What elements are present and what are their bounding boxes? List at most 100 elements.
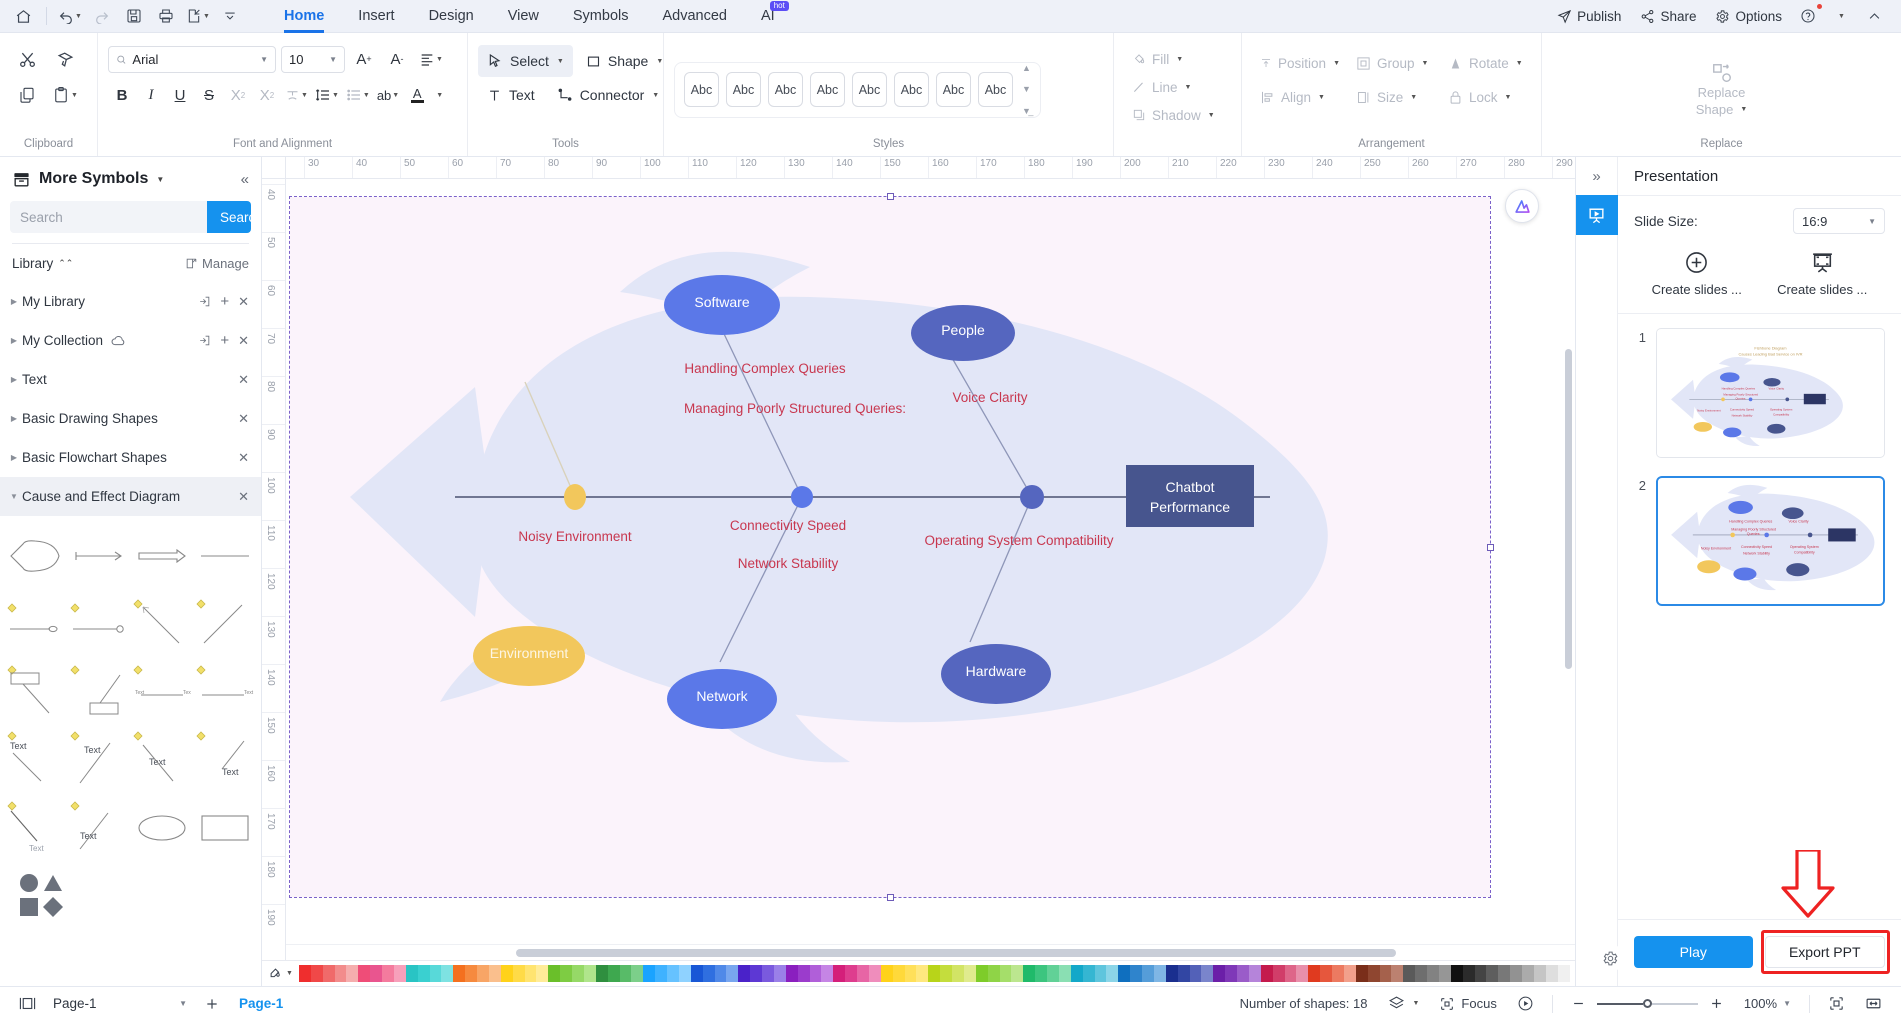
font-family-field[interactable]: ▼ xyxy=(108,45,276,73)
color-swatch[interactable] xyxy=(1498,965,1511,982)
color-swatch[interactable] xyxy=(572,965,584,982)
chevron-up-icon[interactable]: ⌃⌃ xyxy=(58,258,73,269)
style-preset[interactable]: Abc xyxy=(936,72,971,107)
size-button[interactable]: Size ▼ xyxy=(1348,81,1440,113)
color-swatch[interactable] xyxy=(690,965,703,982)
color-swatch[interactable] xyxy=(868,965,881,982)
collapse-left-icon[interactable]: « xyxy=(241,171,249,188)
font-size-input[interactable] xyxy=(289,51,330,67)
color-swatch[interactable] xyxy=(738,965,751,982)
color-swatch[interactable] xyxy=(1308,965,1321,982)
styles-expand-icon[interactable]: ▼̲ xyxy=(1022,106,1031,116)
color-swatch[interactable] xyxy=(655,965,668,982)
align-button[interactable]: Align ▼ xyxy=(1252,81,1348,113)
color-swatch[interactable] xyxy=(750,965,763,982)
styles-scroll-up-icon[interactable]: ▲ xyxy=(1022,63,1031,73)
color-swatch[interactable] xyxy=(702,965,715,982)
customize-qat-button[interactable] xyxy=(215,3,245,29)
shape-diagonal-up[interactable] xyxy=(194,590,257,658)
style-preset[interactable]: Abc xyxy=(810,72,845,107)
slide-thumbnail-1[interactable]: Fishbone Diagram Causes Leading Bad Serv… xyxy=(1656,328,1885,458)
color-swatch[interactable] xyxy=(465,965,478,982)
color-swatch[interactable] xyxy=(1486,965,1499,982)
save-button[interactable] xyxy=(119,3,149,29)
page-select[interactable]: Page-1 ▼ xyxy=(45,991,195,1017)
chevron-down-icon[interactable]: ▼ xyxy=(260,55,268,64)
color-swatch[interactable] xyxy=(1438,965,1451,982)
color-swatch[interactable] xyxy=(298,965,311,982)
search-button[interactable]: Search xyxy=(207,201,251,233)
color-swatch[interactable] xyxy=(1284,965,1297,982)
play-button[interactable]: Play xyxy=(1634,936,1753,968)
tab-symbols[interactable]: Symbols xyxy=(556,0,646,33)
slide-size-select[interactable]: 16:9 ▼ xyxy=(1793,208,1885,234)
color-swatch[interactable] xyxy=(1177,965,1190,982)
zoom-out-button[interactable] xyxy=(1562,991,1595,1017)
superscript-button[interactable]: X2 xyxy=(224,81,252,109)
color-swatch[interactable] xyxy=(607,965,620,982)
fishbone-diagram[interactable] xyxy=(290,197,1490,897)
color-swatch[interactable] xyxy=(1260,965,1273,982)
color-swatch[interactable] xyxy=(358,965,371,982)
style-preset[interactable]: Abc xyxy=(852,72,887,107)
color-swatch[interactable] xyxy=(975,965,988,982)
color-swatch[interactable] xyxy=(678,965,691,982)
help-dropdown-icon[interactable]: ▼ xyxy=(1826,3,1856,29)
color-swatch[interactable] xyxy=(1379,965,1392,982)
color-swatch[interactable] xyxy=(393,965,406,982)
canvas-page[interactable]: Software People Environment Network Hard… xyxy=(289,193,1494,901)
color-swatch[interactable] xyxy=(1106,965,1119,982)
expand-right-icon[interactable]: » xyxy=(1576,157,1618,195)
color-swatch[interactable] xyxy=(999,965,1012,982)
color-swatch[interactable] xyxy=(1320,965,1333,982)
close-icon[interactable]: ✕ xyxy=(238,294,249,310)
color-swatch[interactable] xyxy=(1023,965,1036,982)
color-swatch[interactable] xyxy=(453,965,466,982)
font-color-dropdown[interactable]: ▼ xyxy=(432,81,446,109)
lock-button[interactable]: Lock ▼ xyxy=(1440,81,1536,113)
color-swatch[interactable] xyxy=(880,965,893,982)
color-swatch[interactable] xyxy=(809,965,822,982)
color-swatch[interactable] xyxy=(1213,965,1226,982)
sidebar-category-basic-drawing-shapes[interactable]: ▶ Basic Drawing Shapes ✕ xyxy=(0,399,261,438)
color-swatch[interactable] xyxy=(1047,965,1059,982)
color-swatch[interactable] xyxy=(1533,965,1546,982)
text-tool[interactable]: Text xyxy=(478,79,544,111)
hscroll-thumb[interactable] xyxy=(516,949,1396,957)
sidebar-category-text[interactable]: ▶ Text ✕ xyxy=(0,360,261,399)
color-swatch[interactable] xyxy=(714,965,727,982)
color-swatch[interactable] xyxy=(1248,965,1261,982)
color-swatch[interactable] xyxy=(1355,965,1368,982)
color-swatch[interactable] xyxy=(1189,965,1202,982)
color-swatch[interactable] xyxy=(857,965,869,982)
shape-text-line-3[interactable]: Text xyxy=(131,726,194,794)
color-swatch[interactable] xyxy=(1142,965,1154,982)
color-swatch[interactable] xyxy=(370,965,383,982)
canvas-vertical-scrollbar[interactable] xyxy=(1565,349,1572,669)
paste-button[interactable]: ▼ xyxy=(48,78,82,112)
canvas-horizontal-scrollbar[interactable] xyxy=(286,944,1575,960)
color-swatch[interactable] xyxy=(524,965,537,982)
color-swatch[interactable] xyxy=(1296,965,1309,982)
shape-label-left-line[interactable]: Text Text xyxy=(131,658,194,726)
underline-button[interactable]: U xyxy=(166,81,194,109)
color-swatch[interactable] xyxy=(417,965,430,982)
color-swatch[interactable] xyxy=(1058,965,1071,982)
color-swatch[interactable] xyxy=(1153,965,1166,982)
sidebar-category-my-library[interactable]: ▶ My Library + ✕ xyxy=(0,282,261,321)
cut-button[interactable] xyxy=(10,42,44,76)
sidebar-category-my-collection[interactable]: ▶ My Collection + ✕ xyxy=(0,321,261,360)
print-button[interactable] xyxy=(151,3,181,29)
color-swatch[interactable] xyxy=(904,965,917,982)
create-slides-plus-button[interactable]: Create slides ... xyxy=(1634,250,1760,297)
color-picker-icon[interactable]: ▼ xyxy=(268,966,293,981)
shape-label-right-line[interactable]: Text xyxy=(194,658,257,726)
ai-assistant-icon[interactable] xyxy=(1505,189,1539,223)
color-swatch[interactable] xyxy=(1130,965,1143,982)
color-swatch[interactable] xyxy=(595,965,608,982)
line-button[interactable]: Line ▼ xyxy=(1124,75,1199,99)
export-ppt-button[interactable]: Export PPT xyxy=(1764,936,1885,968)
tab-ai[interactable]: AI hot xyxy=(744,0,792,33)
color-swatch[interactable] xyxy=(726,965,739,982)
font-size-field[interactable]: ▼ xyxy=(281,45,345,73)
